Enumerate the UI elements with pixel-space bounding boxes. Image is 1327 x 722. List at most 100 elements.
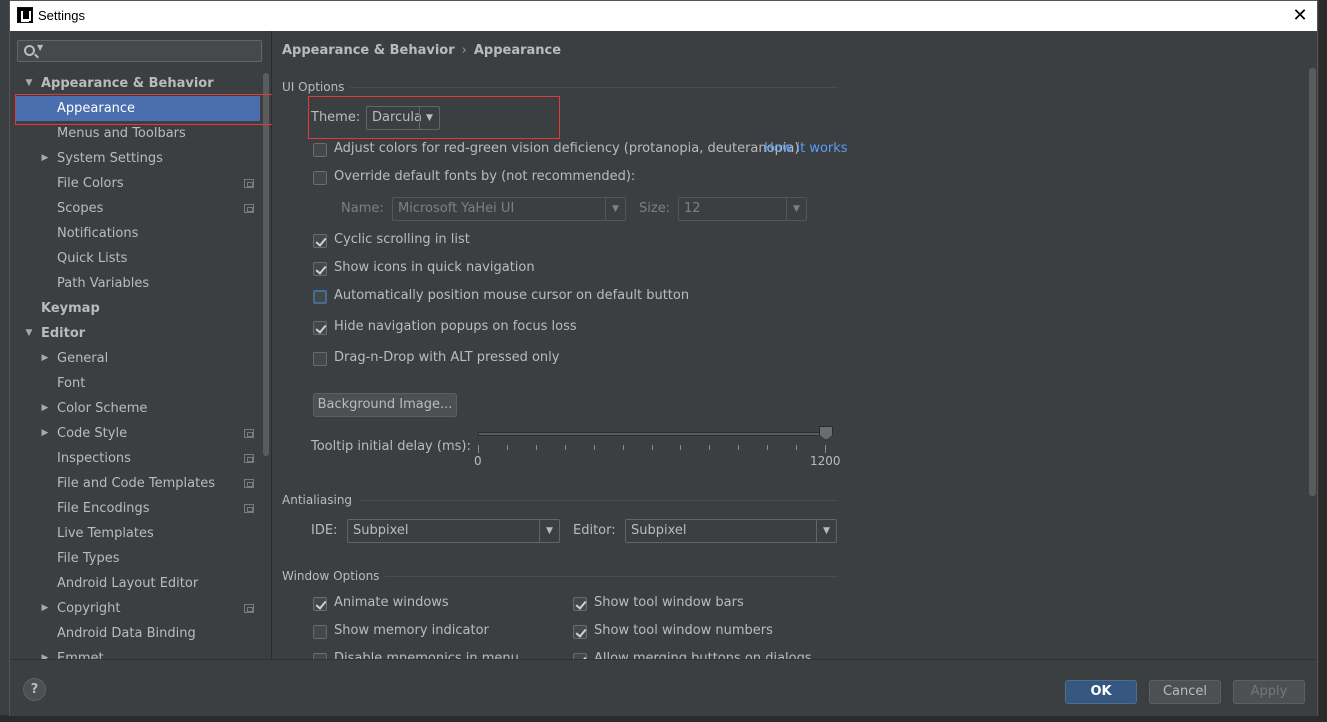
background-ide-right	[1318, 0, 1327, 722]
auto-position-mouse-label: Automatically position mouse cursor on d…	[334, 288, 690, 303]
slider-tick	[825, 445, 826, 453]
help-icon[interactable]: ?	[23, 678, 46, 701]
adjust-colors-box[interactable]	[313, 143, 327, 157]
cancel-button[interactable]: Cancel	[1149, 680, 1221, 704]
sidebar-item-notifications[interactable]: Notifications	[10, 221, 260, 246]
sidebar-item-file-types[interactable]: File Types	[10, 546, 260, 571]
editor-antialiasing-select[interactable]: Subpixel ▼	[625, 519, 837, 543]
how-it-works-link[interactable]: How it works	[764, 141, 848, 156]
sidebar-item-label: File Colors	[57, 176, 124, 191]
sidebar-item-copyright[interactable]: ▶ Copyright	[10, 596, 260, 621]
chevron-right-icon[interactable]: ▶	[40, 146, 50, 171]
font-size-select[interactable]: 12 ▼	[678, 197, 807, 221]
search-icon	[24, 45, 35, 56]
hide-nav-popups-box[interactable]	[313, 321, 327, 335]
sidebar-item-code-style[interactable]: ▶ Code Style	[10, 421, 260, 446]
override-fonts-label: Override default fonts by (not recommend…	[334, 169, 636, 184]
cyclic-scrolling-label: Cyclic scrolling in list	[334, 232, 470, 247]
chevron-right-icon[interactable]: ▶	[40, 346, 50, 371]
project-scope-icon	[244, 204, 254, 213]
animate-windows-box[interactable]	[313, 597, 327, 611]
close-icon[interactable]: ✕	[1289, 5, 1311, 27]
drag-n-drop-label: Drag-n-Drop with ALT pressed only	[334, 350, 560, 365]
sidebar-item-label: File and Code Templates	[57, 476, 215, 491]
slider-tick	[709, 445, 711, 450]
tooltip-delay-slider[interactable]	[478, 432, 826, 436]
sidebar-item-system-settings[interactable]: ▶ System Settings	[10, 146, 260, 171]
sidebar-item-label: Android Layout Editor	[57, 576, 199, 591]
show-icons-label: Show icons in quick navigation	[334, 260, 535, 275]
sidebar-item-path-variables[interactable]: Path Variables	[10, 271, 260, 296]
chevron-down-icon[interactable]: ▼	[24, 321, 34, 346]
tooltip-delay-label: Tooltip initial delay (ms):	[311, 439, 471, 454]
sidebar-item-inspections[interactable]: Inspections	[10, 446, 260, 471]
slider-tick	[564, 445, 566, 450]
apply-button[interactable]: Apply	[1233, 680, 1305, 704]
breadcrumb-parent[interactable]: Appearance & Behavior	[282, 43, 455, 58]
sidebar-item-label: Notifications	[57, 226, 139, 241]
slider-tick	[535, 445, 537, 450]
sidebar-item-font[interactable]: Font	[10, 371, 260, 396]
breadcrumb-separator-icon: ›	[461, 43, 467, 58]
sidebar-item-label: Quick Lists	[57, 251, 128, 266]
settings-content: Appearance & Behavior › Appearance UI Opti…	[272, 31, 1317, 659]
sidebar-item-general[interactable]: ▶ General	[10, 346, 260, 371]
window-title: Settings	[38, 8, 85, 23]
chevron-down-icon: ▼	[605, 198, 625, 220]
show-tool-window-bars-label: Show tool window bars	[594, 595, 744, 610]
sidebar-item-android-data-binding[interactable]: Android Data Binding	[10, 621, 260, 646]
settings-dialog: Settings ✕ ▼ ▼ Appearance & Behavior Appea…	[9, 0, 1318, 716]
show-tool-window-bars-box[interactable]	[573, 597, 587, 611]
font-name-label: Name:	[341, 201, 384, 216]
window-options-title: Window Options	[282, 569, 380, 583]
chevron-right-icon[interactable]: ▶	[40, 596, 50, 621]
dialog-footer: ? OK Cancel Apply	[10, 659, 1317, 716]
show-icons-box[interactable]	[313, 262, 327, 276]
content-scroll-thumb[interactable]	[1309, 68, 1316, 496]
adjust-colors-label: Adjust colors for red-green vision defic…	[334, 141, 800, 156]
chevron-right-icon[interactable]: ▶	[40, 421, 50, 446]
antialiasing-divider	[359, 500, 838, 501]
chevron-right-icon[interactable]: ▶	[40, 396, 50, 421]
chevron-down-icon[interactable]: ▼	[37, 43, 43, 52]
font-name-select[interactable]: Microsoft YaHei UI ▼	[392, 197, 626, 221]
project-scope-icon	[244, 454, 254, 463]
antialiasing-title: Antialiasing	[282, 493, 353, 507]
tooltip-delay-min: 0	[474, 454, 482, 468]
settings-tree: ▼ Appearance & Behavior Appearance Menus an…	[10, 71, 260, 661]
sidebar-item-color-scheme[interactable]: ▶ Color Scheme	[10, 396, 260, 421]
cyclic-scrolling-box[interactable]	[313, 234, 327, 248]
drag-n-drop-box[interactable]	[313, 352, 327, 366]
sidebar-scrollbar[interactable]	[262, 71, 270, 661]
auto-position-mouse-box[interactable]	[313, 290, 327, 304]
tooltip-delay-slider-thumb[interactable]	[819, 426, 833, 440]
show-memory-box[interactable]	[313, 625, 327, 639]
sidebar-item-file-encodings[interactable]: File Encodings	[10, 496, 260, 521]
sidebar-item-appearance-behavior[interactable]: ▼ Appearance & Behavior	[10, 71, 260, 96]
sidebar-scroll-thumb[interactable]	[263, 73, 269, 456]
show-tool-window-numbers-box[interactable]	[573, 625, 587, 639]
sidebar-item-android-layout-editor[interactable]: Android Layout Editor	[10, 571, 260, 596]
ide-antialiasing-label: IDE:	[311, 523, 338, 538]
sidebar-item-file-colors[interactable]: File Colors	[10, 171, 260, 196]
sidebar-item-quick-lists[interactable]: Quick Lists	[10, 246, 260, 271]
font-size-value: 12	[684, 201, 701, 216]
sidebar-item-label: Code Style	[57, 426, 128, 441]
sidebar-item-scopes[interactable]: Scopes	[10, 196, 260, 221]
sidebar-item-file-and-code-templates[interactable]: File and Code Templates	[10, 471, 260, 496]
ide-antialiasing-select[interactable]: Subpixel ▼	[347, 519, 560, 543]
slider-tick	[506, 445, 508, 450]
sidebar-item-editor[interactable]: ▼ Editor	[10, 321, 260, 346]
chevron-down-icon[interactable]: ▼	[24, 71, 34, 96]
sidebar-item-keymap[interactable]: Keymap	[10, 296, 260, 321]
sidebar-item-label: Android Data Binding	[57, 626, 196, 641]
sidebar-item-live-templates[interactable]: Live Templates	[10, 521, 260, 546]
project-scope-icon	[244, 179, 254, 188]
background-image-button[interactable]: Background Image...	[313, 393, 457, 417]
slider-tick	[478, 445, 479, 453]
content-scrollbar[interactable]	[1308, 31, 1317, 659]
hide-nav-popups-label: Hide navigation popups on focus loss	[334, 319, 577, 334]
ok-button[interactable]: OK	[1065, 680, 1137, 704]
search-input[interactable]: ▼	[17, 40, 262, 62]
override-fonts-box[interactable]	[313, 171, 327, 185]
